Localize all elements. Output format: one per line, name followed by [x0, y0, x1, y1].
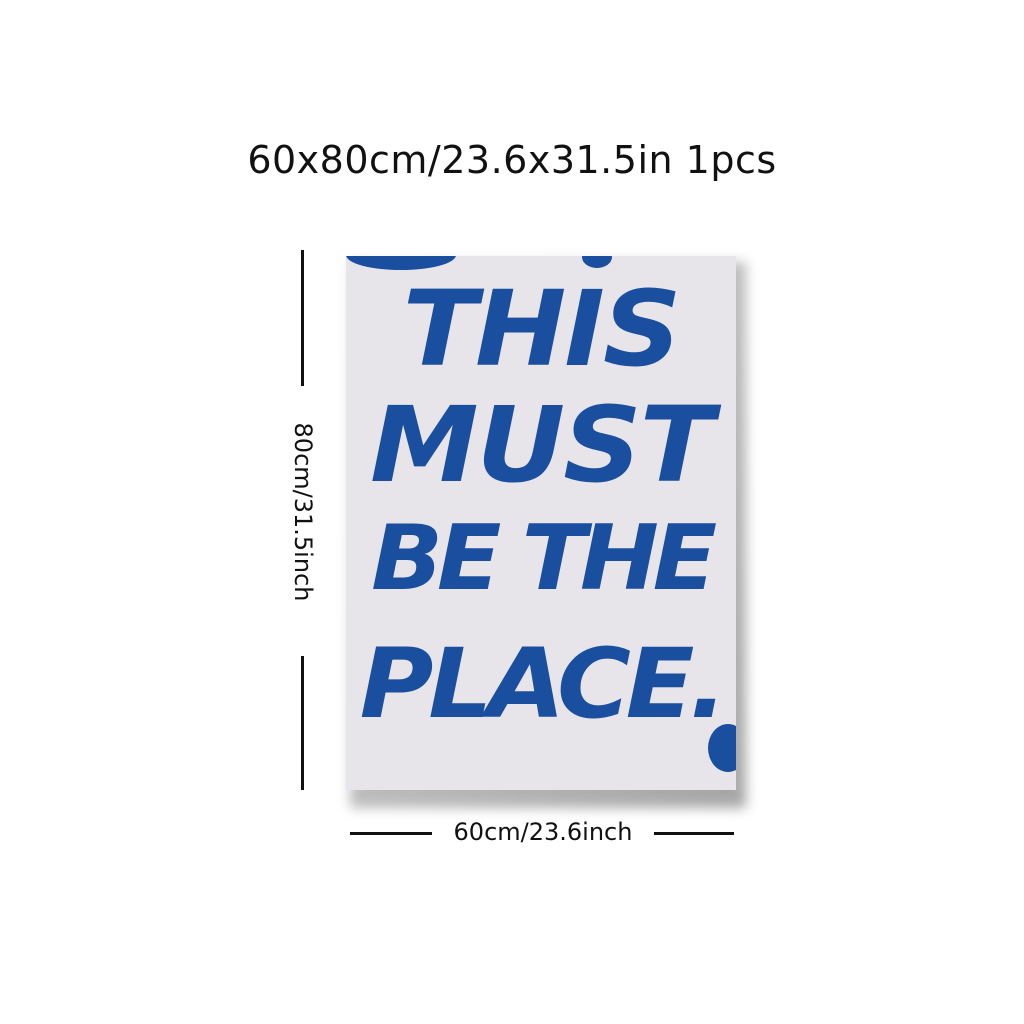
- height-dimension-line-top: [301, 250, 304, 386]
- height-dimension-line-bottom: [301, 656, 304, 790]
- product-size-title: 60x80cm/23.6x31.5in 1pcs: [247, 138, 777, 182]
- poster-line-4: PLACE.: [359, 628, 728, 740]
- poster-line-2: MUST: [369, 384, 714, 506]
- width-label: 60cm/23.6inch: [453, 818, 633, 846]
- poster-line-3: BE THE: [371, 506, 717, 611]
- poster-canvas: THIS MUST BE THE PLACE.: [346, 256, 736, 790]
- paint-splash-top-right: [582, 256, 612, 268]
- height-label: 80cm/31.5inch: [289, 422, 317, 602]
- poster-line-1: THIS: [402, 268, 682, 390]
